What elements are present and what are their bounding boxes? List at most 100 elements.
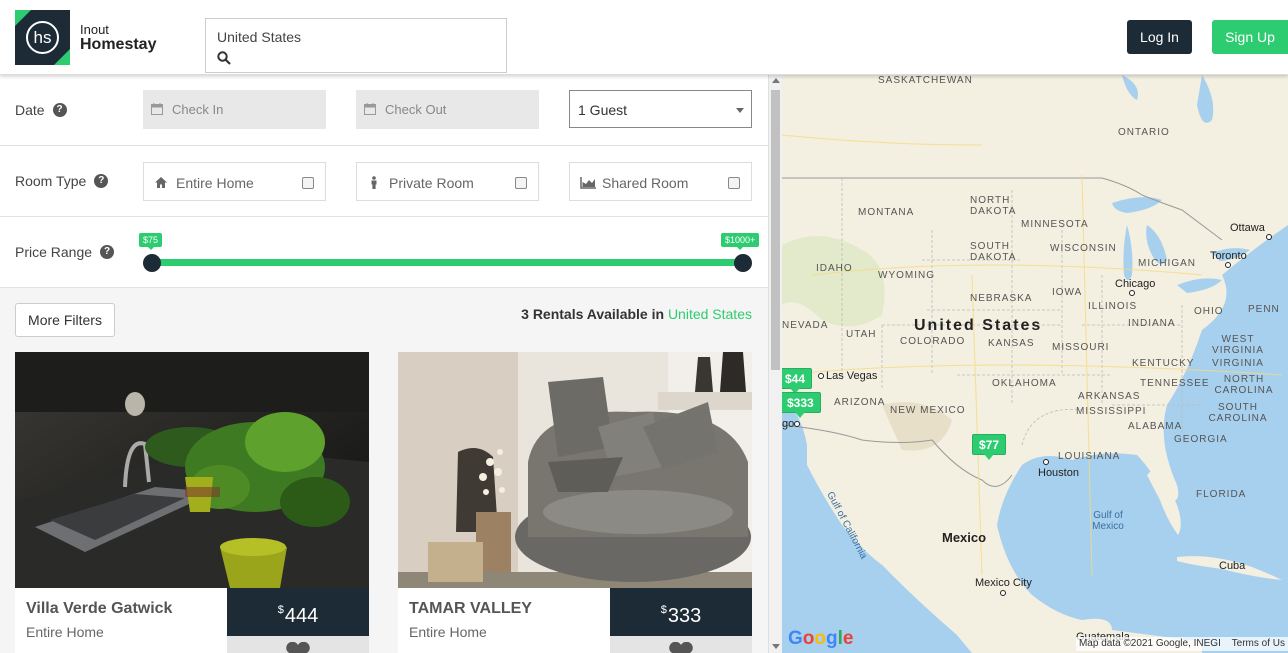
scroll-thumb[interactable] <box>771 90 780 370</box>
check-in-input[interactable]: Check In <box>143 90 326 129</box>
top-header: hs Inout Homestay United States Log In S… <box>0 0 1288 75</box>
price-pin[interactable]: $77 <box>972 434 1007 460</box>
calendar-icon <box>364 103 376 115</box>
map-attribution: Map data ©2021 Google, INEGI Terms of Us <box>1075 637 1288 651</box>
map-region-label: VIRGINIA <box>1212 358 1264 369</box>
map-water-label: Gulf of Mexico <box>1092 510 1124 532</box>
map-region-label: NORTH DAKOTA <box>970 195 1017 217</box>
map-region-label: PENN <box>1248 304 1280 315</box>
map-region-label: IOWA <box>1052 287 1083 298</box>
map-region-label: MISSOURI <box>1052 342 1110 353</box>
results-map[interactable]: SASKATCHEWAN ONTARIO NORTH DAKOTA MONTAN… <box>782 75 1288 653</box>
date-label: Date? <box>15 102 67 118</box>
map-city-label: Houston <box>1038 467 1079 479</box>
listing-type: Entire Home <box>26 624 104 640</box>
signup-button[interactable]: Sign Up <box>1212 20 1288 54</box>
price-slider-track[interactable] <box>152 259 743 266</box>
city-dot <box>818 373 824 379</box>
listing-card[interactable]: TAMAR VALLEY Entire Home $333 <box>398 352 752 653</box>
price-range-label-text: Price Range <box>15 244 93 260</box>
login-button[interactable]: Log In <box>1127 20 1192 54</box>
check-out-placeholder: Check Out <box>385 102 447 117</box>
person-icon <box>371 176 377 189</box>
map-region-label: ALABAMA <box>1128 421 1183 432</box>
brand-logo[interactable]: hs Inout Homestay <box>15 10 175 66</box>
listing-name[interactable]: TAMAR VALLEY <box>409 600 532 618</box>
search-icon[interactable] <box>217 51 231 65</box>
room-type-label: Shared Room <box>602 175 689 191</box>
map-region-label: SASKATCHEWAN <box>878 75 973 86</box>
map-region-label: ONTARIO <box>1118 127 1170 138</box>
check-out-input[interactable]: Check Out <box>356 90 539 129</box>
map-region-label: MONTANA <box>858 207 915 218</box>
results-location[interactable]: United States <box>668 306 752 322</box>
logo-corner-bottom <box>54 49 70 65</box>
map-region-label: NORTH CAROLINA <box>1214 374 1274 396</box>
heart-icon <box>669 642 693 653</box>
price-min-handle[interactable] <box>143 254 161 272</box>
map-region-label: MISSISSIPPI <box>1076 406 1147 417</box>
map-region-label: OKLAHOMA <box>992 378 1057 389</box>
map-region-label: NEBRASKA <box>970 293 1033 304</box>
map-data-credit[interactable]: Map data ©2021 Google, INEGI <box>1079 638 1221 649</box>
price-pin[interactable]: $44 <box>782 368 813 394</box>
price-max-handle[interactable] <box>734 254 752 272</box>
listing-photo[interactable] <box>398 352 752 588</box>
map-region-label: UTAH <box>846 329 877 340</box>
help-icon[interactable]: ? <box>94 174 109 188</box>
price-pin[interactable]: $333 <box>782 392 821 418</box>
shared-room-checkbox[interactable] <box>728 177 740 189</box>
price-range-label: Price Range? <box>15 244 115 260</box>
scroll-up-arrow-icon[interactable] <box>772 78 780 83</box>
map-region-label: OHIO <box>1194 306 1224 317</box>
map-region-label: WYOMING <box>878 270 935 281</box>
map-region-label: COLORADO <box>900 336 966 347</box>
map-region-label: ILLINOIS <box>1088 301 1138 312</box>
results-scrollbar[interactable] <box>768 75 782 653</box>
entire-home-checkbox[interactable] <box>302 177 314 189</box>
map-region-label: LOUISIANA <box>1058 451 1121 462</box>
map-region-label: NEVADA <box>782 320 829 331</box>
map-country-label: Mexico <box>942 530 987 545</box>
more-filters-button[interactable]: More Filters <box>15 303 115 337</box>
room-type-private-room[interactable]: Private Room <box>356 162 539 201</box>
room-type-filter-row: Room Type? Entire Home Private Room Shar… <box>0 146 768 217</box>
room-type-shared-room[interactable]: Shared Room <box>569 162 752 201</box>
listing-price: $444 <box>227 588 369 636</box>
help-icon[interactable]: ? <box>100 245 115 259</box>
room-type-label: Entire Home <box>176 175 254 191</box>
date-label-text: Date <box>15 102 45 118</box>
map-region-label: TENNESSEE <box>1140 378 1210 389</box>
favorite-button[interactable] <box>610 636 752 653</box>
map-region-label: KENTUCKY <box>1132 358 1195 369</box>
map-region-label: GEORGIA <box>1174 434 1228 445</box>
scroll-down-arrow-icon[interactable] <box>772 644 780 649</box>
google-logo[interactable]: Google <box>788 628 853 650</box>
listing-name[interactable]: Villa Verde Gatwick <box>26 600 172 618</box>
location-search-input[interactable]: United States <box>205 18 507 73</box>
help-icon[interactable]: ? <box>52 103 67 117</box>
map-region-label: WISCONSIN <box>1050 243 1117 254</box>
room-type-entire-home[interactable]: Entire Home <box>143 162 326 201</box>
map-terms-link[interactable]: Terms of Us <box>1232 638 1285 649</box>
results-area: More Filters 3 Rentals Available in Unit… <box>0 288 768 653</box>
favorite-button[interactable] <box>227 636 369 653</box>
search-value: United States <box>217 29 302 45</box>
map-region-label: KANSAS <box>988 338 1035 349</box>
listing-photo[interactable] <box>15 352 369 588</box>
map-region-label: MICHIGAN <box>1138 258 1196 269</box>
map-city-label: Chicago <box>1115 278 1156 290</box>
map-region-label: INDIANA <box>1128 318 1176 329</box>
price-value: 444 <box>284 605 319 627</box>
map-region-label: FLORIDA <box>1196 489 1247 500</box>
map-region-label: WEST VIRGINIA <box>1212 334 1264 356</box>
guests-select[interactable]: 1 Guest <box>569 90 752 128</box>
map-city-label: Ottawa <box>1230 222 1265 234</box>
map-city-label: go <box>782 418 795 430</box>
city-dot <box>794 421 800 427</box>
private-room-checkbox[interactable] <box>515 177 527 189</box>
price-value: 333 <box>667 605 702 627</box>
home-icon <box>155 177 167 188</box>
logo-corner-top <box>15 10 31 26</box>
listing-card[interactable]: Villa Verde Gatwick Entire Home $444 <box>15 352 369 653</box>
